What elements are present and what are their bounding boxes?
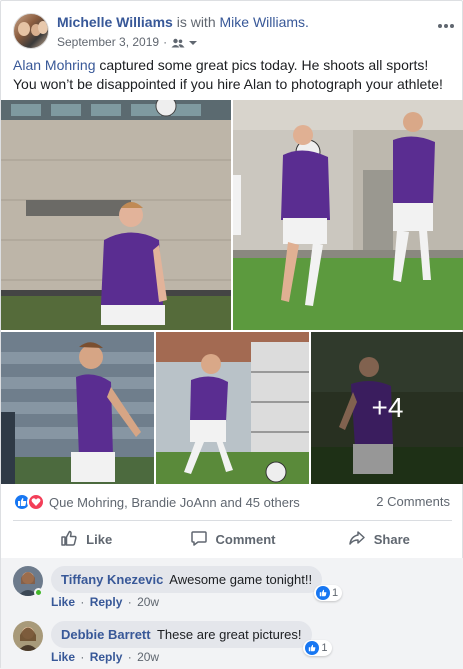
- comment-text: These are great pictures!: [156, 627, 302, 642]
- post-header: Michelle Williams is with Mike Williams.…: [1, 1, 463, 57]
- comment-text: Awesome game tonight!!: [169, 572, 313, 587]
- photo-2[interactable]: [233, 100, 463, 330]
- divider: [13, 520, 452, 521]
- commenter-avatar[interactable]: [13, 621, 43, 651]
- comment-like-count[interactable]: 1: [313, 585, 343, 601]
- reactions-summary[interactable]: Que Mohring, Brandie JoAnn and 45 others: [13, 492, 300, 512]
- meta-separator: ·: [163, 35, 168, 49]
- photo-3[interactable]: [1, 332, 154, 484]
- comment-author[interactable]: Debbie Barrett: [61, 627, 151, 642]
- like-reaction-icon: [315, 586, 330, 600]
- reaction-names[interactable]: Que Mohring, Brandie JoAnn and 45 others: [49, 495, 300, 510]
- reaction-icons: [13, 493, 45, 511]
- online-status-indicator: [34, 588, 43, 597]
- comment-actions: Like · Reply · 20w: [51, 650, 160, 664]
- like-count: 1: [331, 587, 339, 599]
- chevron-down-icon[interactable]: [189, 35, 198, 49]
- action-bar: Like Comment Share: [13, 523, 452, 555]
- post-author-line: Michelle Williams is with Mike Williams.: [57, 14, 309, 30]
- author-name[interactable]: Michelle Williams: [57, 14, 173, 30]
- comment-like-link[interactable]: Like: [51, 595, 75, 609]
- comment-bubble: Tiffany Knezevic Awesome game tonight!! …: [51, 566, 343, 601]
- comments-section: Tiffany Knezevic Awesome game tonight!! …: [1, 558, 463, 669]
- comment-bubble: Debbie Barrett These are great pictures!…: [51, 621, 332, 656]
- post-meta: September 3, 2019 ·: [57, 35, 198, 49]
- photo-1[interactable]: [1, 100, 231, 330]
- comments-count[interactable]: 2 Comments: [376, 494, 450, 509]
- like-label: Like: [86, 531, 113, 547]
- comment-icon: [190, 529, 208, 550]
- share-button[interactable]: Share: [306, 523, 452, 555]
- thumbs-up-icon: [60, 529, 78, 550]
- more-horizontal-icon[interactable]: [438, 13, 454, 34]
- post-card: Michelle Williams is with Mike Williams.…: [0, 0, 463, 669]
- like-reaction-icon: [305, 641, 320, 655]
- comment-reply-link[interactable]: Reply: [90, 650, 123, 664]
- comment-actions: Like · Reply · 20w: [51, 595, 160, 609]
- comment-time[interactable]: 20w: [137, 595, 159, 609]
- like-count: 1: [321, 642, 328, 654]
- friends-icon[interactable]: [171, 37, 185, 48]
- post-text: Alan Mohring captured some great pics to…: [13, 56, 453, 94]
- author-avatar[interactable]: [13, 13, 49, 49]
- share-icon: [348, 529, 366, 550]
- comment-author[interactable]: Tiffany Knezevic: [61, 572, 163, 587]
- photo-4[interactable]: [156, 332, 309, 484]
- post-date[interactable]: September 3, 2019: [57, 35, 159, 49]
- comment-label: Comment: [215, 531, 276, 547]
- comment-reply-link[interactable]: Reply: [90, 595, 123, 609]
- comment-button[interactable]: Comment: [159, 523, 305, 555]
- tagged-name[interactable]: Mike Williams.: [220, 14, 309, 30]
- share-label: Share: [373, 531, 410, 547]
- comment-like-count[interactable]: 1: [303, 640, 332, 656]
- love-reaction-icon: [27, 493, 45, 511]
- comment-time[interactable]: 20w: [137, 650, 159, 664]
- mention-link[interactable]: Alan Mohring: [13, 57, 96, 73]
- with-text: is with: [176, 14, 216, 30]
- photo-5[interactable]: +4: [311, 332, 463, 484]
- like-button[interactable]: Like: [13, 523, 159, 555]
- more-photos-overlay[interactable]: +4: [311, 332, 463, 484]
- comment-like-link[interactable]: Like: [51, 650, 75, 664]
